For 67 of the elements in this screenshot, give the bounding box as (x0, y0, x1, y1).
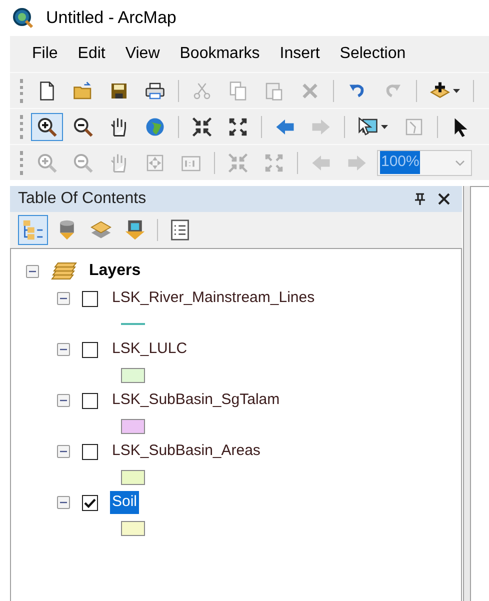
list-by-drawing-order-button[interactable] (18, 215, 48, 245)
layer-checkbox[interactable] (82, 392, 98, 408)
menu-item[interactable]: Insert (272, 42, 328, 66)
outward-arrows-icon (228, 116, 248, 136)
x-icon (300, 80, 320, 100)
caret-icon[interactable] (453, 88, 460, 92)
check-icon (84, 498, 96, 508)
globe-icon (145, 116, 165, 136)
close-icon[interactable] (438, 193, 450, 205)
layer-checkbox[interactable] (82, 290, 98, 306)
caret-icon[interactable] (381, 124, 388, 128)
window-title: Untitled - ArcMap (46, 7, 176, 30)
menu-item[interactable]: View (117, 42, 168, 66)
layers-stack-icon (51, 261, 77, 281)
menu-item[interactable]: Selection (332, 42, 414, 66)
plus-diamond-icon (430, 80, 450, 100)
outward-arrows-icon (264, 152, 284, 172)
right-arrow-icon (311, 116, 331, 136)
clear-selection-icon (404, 116, 424, 136)
collapse-icon[interactable] (57, 394, 70, 407)
layer-name[interactable]: LSK_LULC (110, 338, 190, 361)
hand-icon (109, 116, 129, 136)
zoom-out-icon (73, 152, 93, 172)
data-frame-label[interactable]: Layers (89, 259, 141, 283)
layer-checkbox[interactable] (82, 444, 98, 460)
selection-layer-icon (124, 219, 146, 241)
scissors-icon (192, 80, 212, 100)
new-document-icon (37, 80, 57, 100)
layer-name[interactable]: LSK_SubBasin_SgTalam (110, 389, 282, 412)
menu-item[interactable]: Bookmarks (172, 42, 268, 66)
left-arrow-icon (275, 116, 295, 136)
collapse-icon[interactable] (57, 292, 70, 305)
printer-icon (145, 80, 165, 100)
globe-magnifier-icon (12, 7, 34, 29)
zoom-in-icon (37, 116, 57, 136)
menu-item[interactable]: File (24, 42, 66, 66)
collapse-icon[interactable] (57, 445, 70, 458)
list-by-drawing-order-icon (22, 219, 44, 241)
right-arrow-icon (347, 152, 367, 172)
zoom-in-icon (37, 152, 57, 172)
toolbar-grip[interactable] (20, 78, 23, 102)
clipboard-icon (264, 80, 284, 100)
layer-checkbox[interactable] (82, 494, 98, 510)
layer-name[interactable]: LSK_SubBasin_Areas (110, 440, 262, 463)
pin-icon[interactable] (414, 192, 426, 206)
left-arrow-icon (311, 152, 331, 172)
menu-item[interactable]: Edit (70, 42, 114, 66)
collapse-icon[interactable] (57, 343, 70, 356)
layer-stack-icon (90, 219, 112, 241)
select-features-icon (358, 116, 378, 136)
hand-icon (109, 152, 129, 172)
layer-name[interactable]: Soil (110, 491, 140, 514)
options-list-icon (169, 219, 191, 241)
layer-name[interactable]: LSK_River_Mainstream_Lines (110, 287, 317, 310)
full-page-icon (145, 152, 165, 172)
zoom-out-icon (73, 116, 93, 136)
toolbar-grip[interactable] (20, 150, 23, 174)
collapse-icon[interactable] (57, 496, 70, 509)
copy-icon (228, 80, 248, 100)
zoom-in-button[interactable] (31, 112, 63, 140)
collapse-icon[interactable] (26, 264, 39, 278)
folder-icon (73, 80, 93, 100)
panel-title: Table Of Contents (18, 189, 148, 209)
toolbar-grip[interactable] (20, 114, 23, 138)
inward-arrows-icon (228, 152, 248, 172)
inward-arrows-icon (192, 116, 212, 136)
layer-checkbox[interactable] (82, 342, 98, 358)
